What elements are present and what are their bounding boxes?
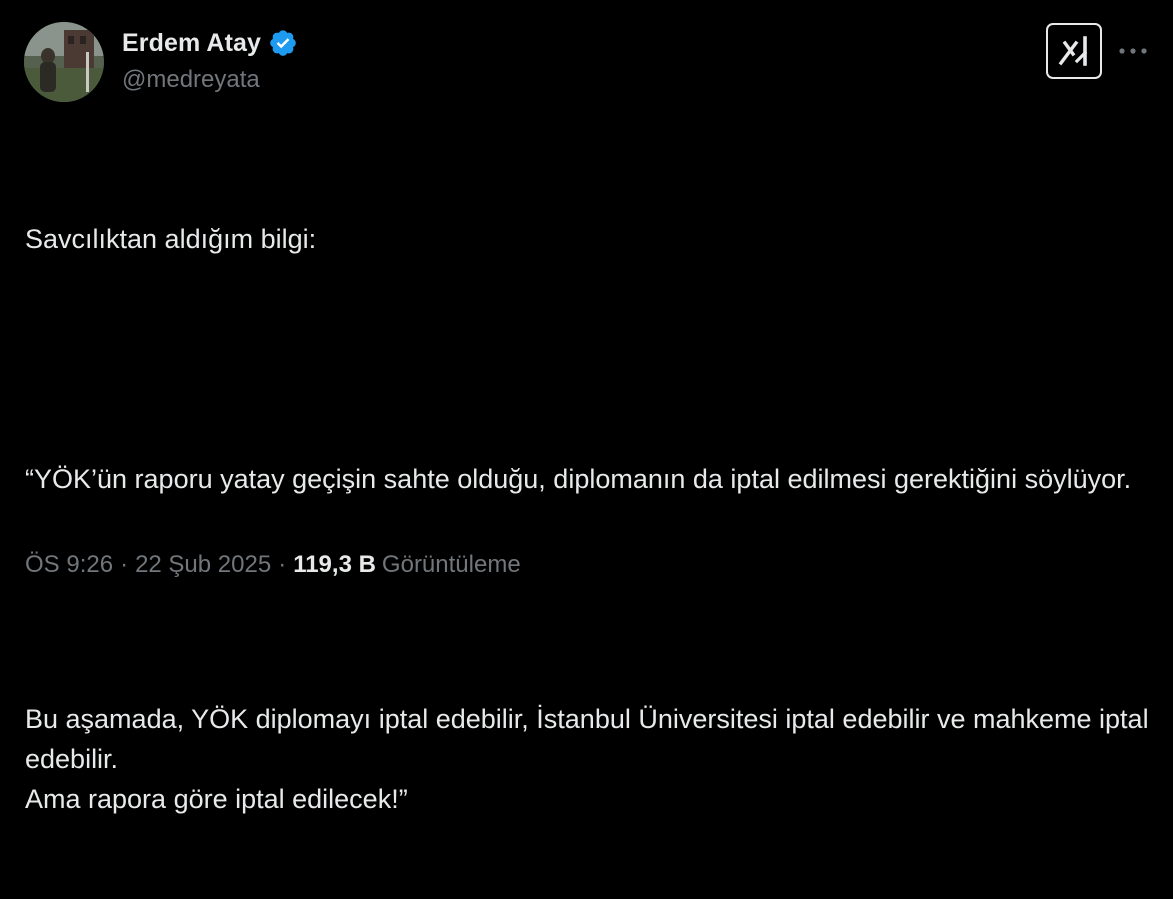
more-dots-icon <box>1119 48 1147 54</box>
verified-badge-icon <box>268 28 298 58</box>
tweet-paragraph: “YÖK’ün raporu yatay geçişin sahte olduğ… <box>25 464 1132 494</box>
tweet-paragraph: Savcılıktan aldığım bilgi: <box>25 224 317 254</box>
tweet-time[interactable]: ÖS 9:26 <box>25 551 113 579</box>
tweet-text: Savcılıktan aldığım bilgi: “YÖK’ün rapor… <box>25 139 1155 899</box>
tweet-paragraph: Bu aşamada, YÖK diplomayı iptal edebilir… <box>25 704 1149 814</box>
tweet-header: Erdem Atay @medreyata <box>24 22 1149 106</box>
avatar[interactable] <box>24 22 104 102</box>
grok-logo-icon <box>1058 36 1088 66</box>
tweet-meta: ÖS 9:26 · 22 Şub 2025 · 119,3 B Görüntül… <box>25 551 521 579</box>
views-count: 119,3 B <box>293 551 376 578</box>
tweet-card: Erdem Atay @medreyata Savcılıktan aldığı… <box>0 0 1173 814</box>
author-info: Erdem Atay @medreyata <box>122 28 298 94</box>
grok-button[interactable] <box>1046 23 1102 79</box>
views-label: Görüntüleme <box>381 551 521 578</box>
author-handle[interactable]: @medreyata <box>122 66 298 94</box>
meta-separator: · <box>278 551 287 578</box>
author-name-row[interactable]: Erdem Atay <box>122 28 298 58</box>
avatar-photo-icon <box>24 22 104 102</box>
more-options-button[interactable] <box>1117 38 1149 64</box>
tweet-date[interactable]: 22 Şub 2025 <box>135 551 271 579</box>
meta-separator: · <box>120 551 129 578</box>
author-display-name[interactable]: Erdem Atay <box>122 29 261 58</box>
